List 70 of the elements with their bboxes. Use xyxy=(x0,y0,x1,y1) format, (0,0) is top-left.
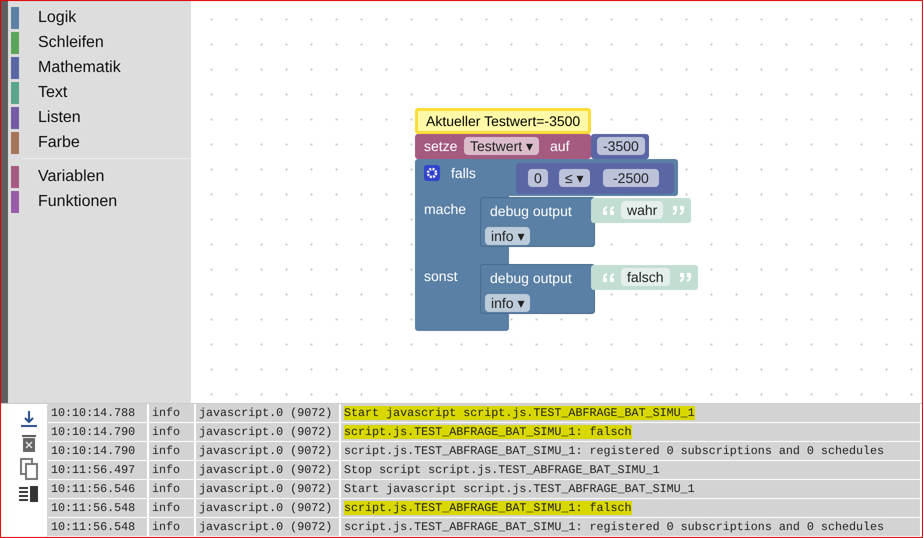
log-level: info xyxy=(149,518,196,536)
log-level: info xyxy=(149,461,196,479)
log-time: 10:11:56.548 xyxy=(48,499,149,517)
block-keyword: setze xyxy=(424,138,458,154)
log-time: 10:11:56.546 xyxy=(48,480,149,498)
comment-bubble: Aktueller Testwert=-3500 xyxy=(415,108,592,134)
block-keyword: sonst xyxy=(424,268,458,284)
quote-icon xyxy=(603,273,615,282)
log-level: info xyxy=(149,423,196,441)
category-item[interactable]: Variablen xyxy=(8,164,191,189)
number-block[interactable]: -3500 xyxy=(591,134,649,159)
gear-icon[interactable] xyxy=(424,165,440,181)
download-icon[interactable] xyxy=(20,410,38,428)
log-time: 10:11:56.497 xyxy=(48,461,149,479)
log-source: javascript.0 (9072) xyxy=(196,518,341,536)
log-message: script.js.TEST_ABFRAGE_BAT_SIMU_1: falsch xyxy=(341,423,922,441)
log-time: 10:10:14.790 xyxy=(48,442,149,460)
block-keyword: falls xyxy=(451,165,476,181)
log-source: javascript.0 (9072) xyxy=(196,499,341,517)
log-message: script.js.TEST_ABFRAGE_BAT_SIMU_1: registered 0 subscriptions and 0 schedules xyxy=(341,442,922,460)
block-keyword: mache xyxy=(424,201,466,217)
log-source: javascript.0 (9072) xyxy=(196,404,341,422)
block-keyword: debug output xyxy=(490,270,572,286)
quote-icon xyxy=(672,206,684,215)
trash-icon[interactable] xyxy=(22,434,36,452)
category-item[interactable]: Mathematik xyxy=(8,55,191,80)
block-keyword: debug output xyxy=(490,203,572,219)
category-item[interactable]: Farbe xyxy=(8,130,191,155)
compare-block[interactable]: 0 ≤ ▾ -2500 xyxy=(516,163,674,194)
block-keyword: auf xyxy=(550,138,570,154)
log-message: Start javascript script.js.TEST_ABFRAGE_BAT_SIMU_1 xyxy=(341,404,922,422)
log-level: info xyxy=(149,442,196,460)
log-message: script.js.TEST_ABFRAGE_BAT_SIMU_1: falsch xyxy=(341,499,922,517)
log-time: 10:10:14.788 xyxy=(48,404,149,422)
log-time: 10:11:56.548 xyxy=(48,518,149,536)
log-source: javascript.0 (9072) xyxy=(196,423,341,441)
list-icon[interactable] xyxy=(19,486,39,502)
log-message: script.js.TEST_ABFRAGE_BAT_SIMU_1: registered 0 subscriptions and 0 schedules xyxy=(341,518,922,536)
text-block[interactable]: wahr xyxy=(591,198,691,223)
quote-icon xyxy=(603,206,615,215)
category-item[interactable]: Logik xyxy=(8,5,191,30)
level-dropdown[interactable]: info ▾ xyxy=(485,294,530,312)
number-field[interactable]: -3500 xyxy=(597,137,645,155)
log-message: Start javascript script.js.TEST_ABFRAGE_BAT_SIMU_1 xyxy=(341,480,922,498)
if-block[interactable]: falls 0 ≤ ▾ -2500 xyxy=(415,159,678,196)
log-level: info xyxy=(149,480,196,498)
log-source: javascript.0 (9072) xyxy=(196,442,341,460)
log-level: info xyxy=(149,404,196,422)
log-message: Stop script script.js.TEST_ABFRAGE_BAT_SIMU_1 xyxy=(341,461,922,479)
category-item[interactable]: Text xyxy=(8,80,191,105)
category-item[interactable]: Schleifen xyxy=(8,30,191,55)
copy-icon[interactable] xyxy=(20,458,38,480)
debug-output-block[interactable]: debug output info ▾ xyxy=(480,264,595,314)
text-field[interactable]: wahr xyxy=(621,201,664,219)
level-dropdown[interactable]: info ▾ xyxy=(485,227,530,245)
text-field[interactable]: falsch xyxy=(621,268,670,286)
number-field[interactable]: 0 xyxy=(528,169,548,187)
operator-dropdown[interactable]: ≤ ▾ xyxy=(559,169,590,187)
text-block[interactable]: falsch xyxy=(591,265,698,290)
log-time: 10:10:14.790 xyxy=(48,423,149,441)
variable-dropdown[interactable]: Testwert ▾ xyxy=(464,137,540,155)
debug-output-block[interactable]: debug output info ▾ xyxy=(480,197,595,247)
category-item[interactable]: Listen xyxy=(8,105,191,130)
number-field[interactable]: -2500 xyxy=(603,169,659,187)
quote-icon xyxy=(679,273,691,282)
set-variable-block[interactable]: setze Testwert ▾ auf xyxy=(415,134,591,159)
log-source: javascript.0 (9072) xyxy=(196,480,341,498)
log-level: info xyxy=(149,499,196,517)
category-item[interactable]: Funktionen xyxy=(8,189,191,214)
log-source: javascript.0 (9072) xyxy=(196,461,341,479)
